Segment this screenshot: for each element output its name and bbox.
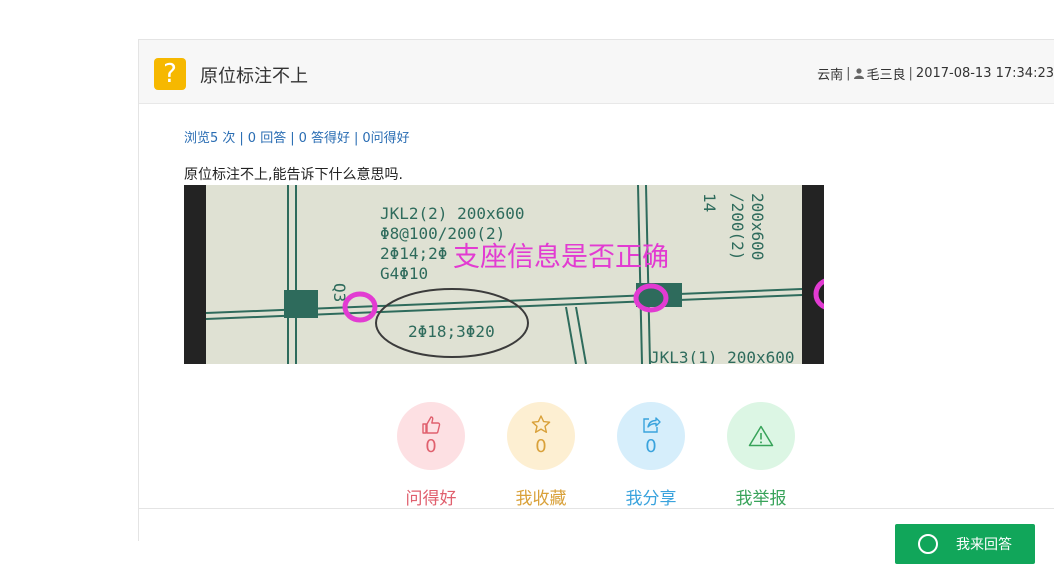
like-label: 问得好: [405, 489, 457, 509]
answer-button-label: 我来回答: [956, 537, 1012, 553]
drawing-label-column: Q3: [330, 283, 349, 302]
question-body: 原位标注不上,能告诉下什么意思吗.: [184, 167, 403, 183]
drawing-label-beam1-side: G4Φ10: [380, 264, 428, 283]
favorite-count: 0: [535, 436, 547, 457]
like-circle: 0: [397, 402, 465, 470]
report-label: 我举报: [735, 489, 787, 509]
good-answers-count: 0 答得好: [298, 131, 350, 146]
thumbs-up-icon: [422, 415, 441, 434]
like-count: 0: [425, 435, 437, 457]
like-question-button[interactable]: 0 问得好: [391, 402, 471, 509]
good-questions-count: 0问得好: [362, 131, 410, 146]
meta-separator: |: [846, 66, 851, 81]
share-label: 我分享: [625, 489, 677, 509]
user-icon: [853, 68, 864, 79]
question-image[interactable]: JKL2(2) 200x600 Φ8@100/200(2) 2Φ14;2Φ G4…: [184, 185, 824, 364]
report-circle: [727, 402, 795, 470]
views-count: 浏览5 次: [184, 131, 236, 146]
question-stats: 浏览5 次 | 0 回答 | 0 答得好 | 0问得好: [184, 131, 410, 146]
drawing-label-beam1-top: 2Φ14;2Φ: [380, 244, 447, 263]
share-icon: [643, 416, 661, 433]
question-card: ? 原位标注不上 云南 | 毛三良 | 2017-08-13 17:34:23 …: [138, 39, 1054, 564]
favorite-circle: 0: [507, 402, 575, 470]
share-circle: 0: [617, 402, 685, 470]
warning-icon: [748, 425, 774, 447]
drawing-label-beam1: JKL2(2) 200x600: [380, 204, 525, 223]
report-button[interactable]: 我举报: [721, 402, 801, 509]
chat-icon: [918, 534, 938, 554]
answers-count: 0 回答: [247, 131, 287, 146]
drawing-label-right-small: 14: [700, 193, 719, 212]
question-meta: 云南 | 毛三良 | 2017-08-13 17:34:23: [817, 64, 1054, 83]
share-button[interactable]: 0 我分享: [611, 402, 691, 509]
drawing-label-circled-note: 2Φ18;3Φ20: [408, 322, 495, 341]
drawing-label-right-top: 200x600: [748, 193, 767, 260]
answer-footer: 我来回答: [139, 508, 1054, 564]
share-count: 0: [645, 435, 657, 457]
answer-button[interactable]: 我来回答: [895, 524, 1035, 564]
question-header: ? 原位标注不上 云南 | 毛三良 | 2017-08-13 17:34:23: [139, 40, 1054, 104]
meta-separator: |: [908, 66, 913, 81]
post-datetime: 2017-08-13 17:34:23: [915, 66, 1054, 81]
image-annotation-text: 支座信息是否正确: [453, 242, 669, 273]
question-title: 原位标注不上: [200, 66, 308, 87]
star-icon: [531, 415, 551, 433]
question-actions: 0 问得好 0 我收藏 0 我分享 我举报: [139, 402, 1054, 512]
drawing-label-right-mid: /200(2): [728, 193, 747, 260]
user-name-link[interactable]: 毛三良: [867, 64, 906, 83]
drawing-lines: JKL2(2) 200x600 Φ8@100/200(2) 2Φ14;2Φ G4…: [205, 185, 824, 364]
drawing-label-beam2: JKL3(1) 200x600: [650, 348, 795, 364]
region-link[interactable]: 云南: [817, 64, 843, 83]
favorite-button[interactable]: 0 我收藏: [501, 402, 581, 509]
question-icon: ?: [154, 58, 186, 90]
favorite-label: 我收藏: [515, 489, 567, 509]
